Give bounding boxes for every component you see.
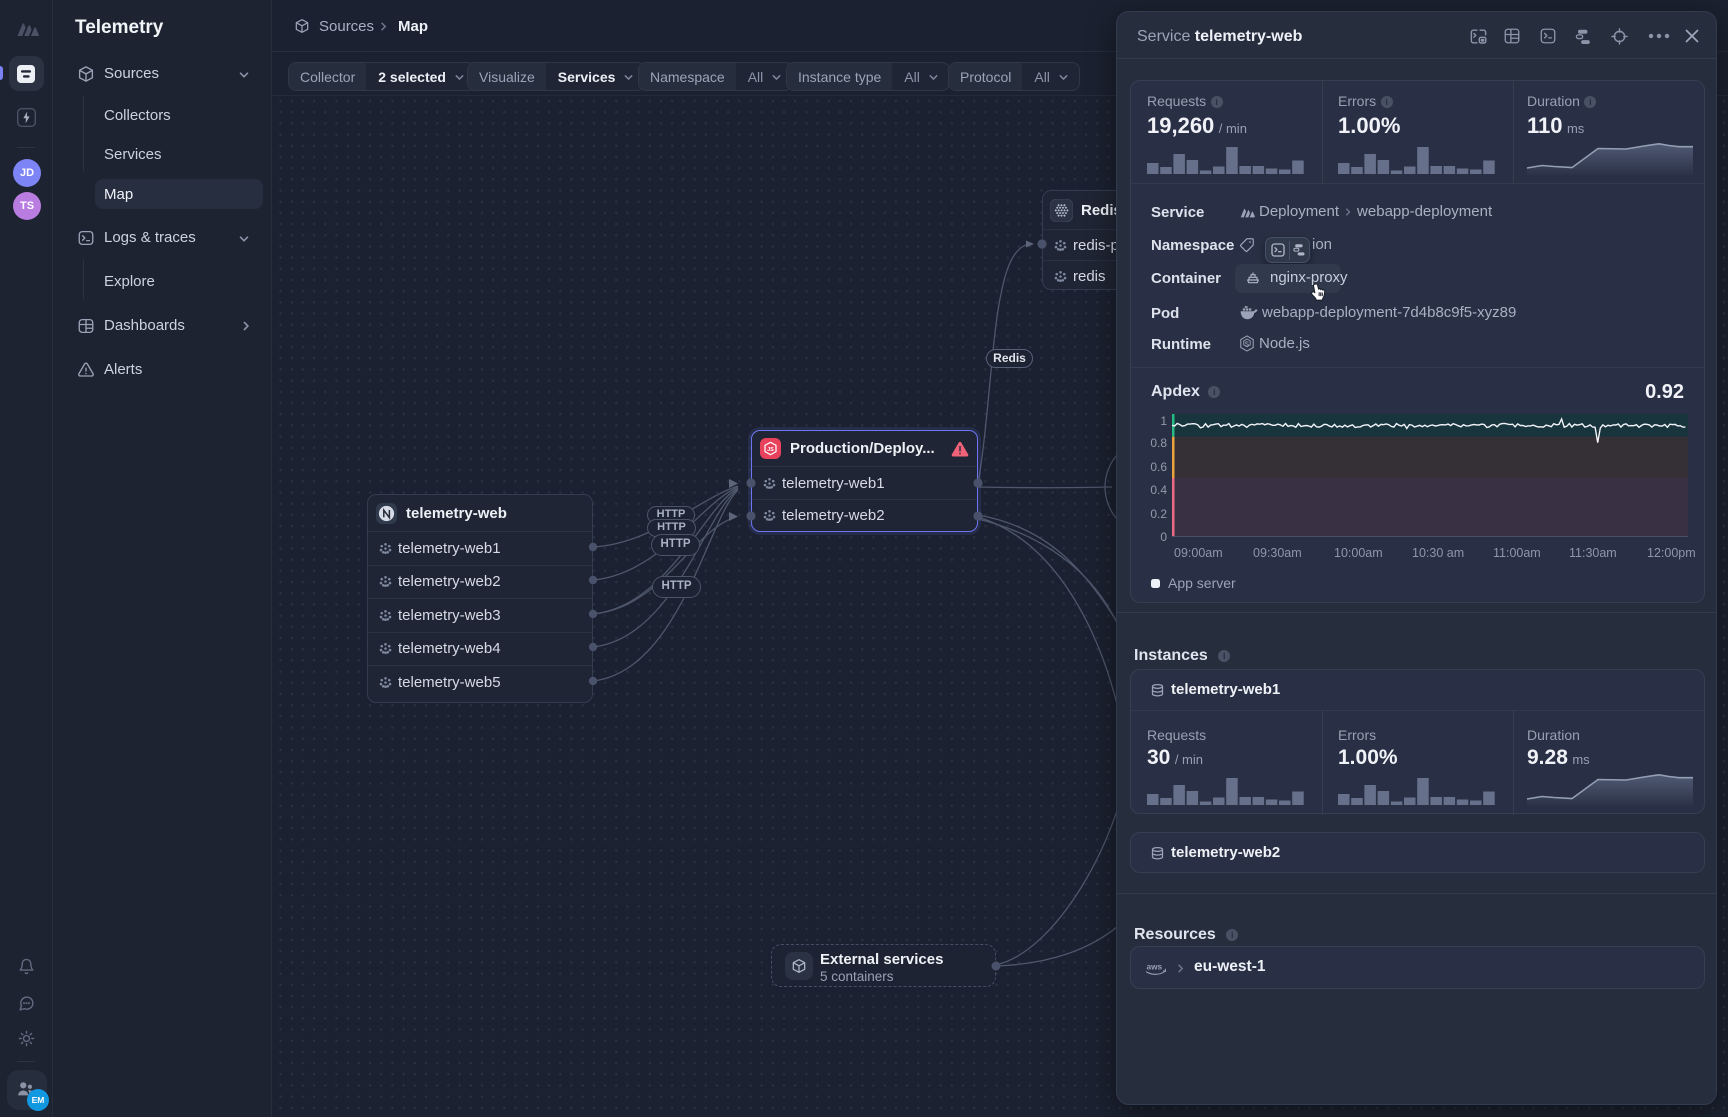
svg-text:aws: aws <box>1147 962 1163 971</box>
